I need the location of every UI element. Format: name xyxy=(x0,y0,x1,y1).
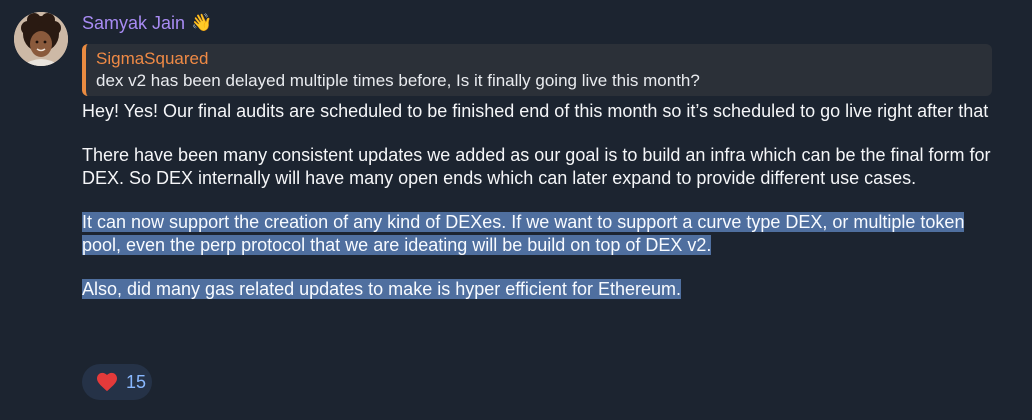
waving-hand-icon: 👋 xyxy=(191,13,213,32)
heart-icon xyxy=(97,372,117,392)
sender-name[interactable]: Samyak Jain xyxy=(82,10,185,36)
message-paragraph-selected: It can now support the creation of any k… xyxy=(82,211,1000,257)
reply-quote[interactable]: SigmaSquared dex v2 has been delayed mul… xyxy=(82,44,992,96)
message-bubble[interactable]: Samyak Jain 👋 SigmaSquared dex v2 has be… xyxy=(82,10,1012,301)
avatar[interactable] xyxy=(14,12,68,66)
reply-author: SigmaSquared xyxy=(96,49,209,68)
chat-view: Samyak Jain 👋 SigmaSquared dex v2 has be… xyxy=(0,0,1032,420)
sender-header: Samyak Jain 👋 xyxy=(82,10,1012,36)
message-paragraph: There have been many consistent updates … xyxy=(82,145,991,188)
reaction-chip[interactable]: 15 xyxy=(82,364,152,400)
reaction-count: 15 xyxy=(126,372,147,392)
selected-text: Also, did many gas related updates to ma… xyxy=(82,279,681,299)
avatar-image xyxy=(14,12,68,66)
selected-text: It can now support the creation of any k… xyxy=(82,212,965,255)
reply-text: dex v2 has been delayed multiple times b… xyxy=(96,71,700,90)
message-paragraph-selected: Also, did many gas related updates to ma… xyxy=(82,278,1000,301)
message-paragraph: Hey! Yes! Our final audits are scheduled… xyxy=(82,101,989,121)
